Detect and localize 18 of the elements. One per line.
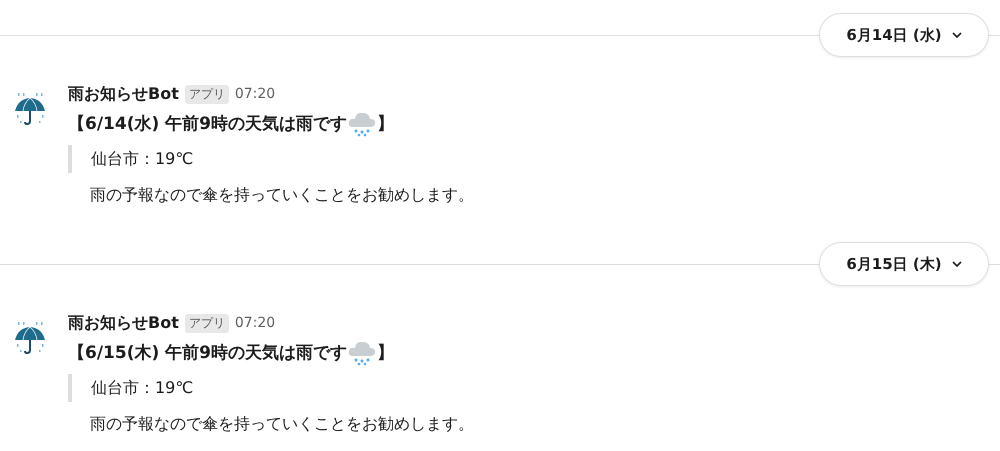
sender-name[interactable]: 雨お知らせBot [68,312,179,334]
title-bracket: 】 [376,112,394,134]
message-body: 雨の予報なので傘を持っていくことをお勧めします。 [90,184,474,206]
message-body: 雨の予報なので傘を持っていくことをお勧めします。 [90,413,474,435]
chevron-icon [952,261,962,267]
app-badge: アプリ [184,84,229,104]
date-pill[interactable]: 6月15日 (木) [819,242,989,286]
quote-text: 仙台市：19℃ [91,149,194,168]
date-pill[interactable]: 6月14日 (水) [819,13,989,57]
timestamp[interactable]: 07:20 [234,86,276,102]
title-bracket: 】 [376,342,394,364]
chevron-icon [952,32,962,38]
sender-name[interactable]: 雨お知らせBot [68,84,179,104]
message-title: 【6/15(木) 午前9時の天気は雨です [68,342,347,364]
timestamp[interactable]: 07:20 [234,315,276,331]
message-title: 【6/14(水) 午前9時の天気は雨です [68,112,347,134]
app-badge: アプリ [184,314,229,332]
quote-text: 仙台市：19℃ [91,378,194,397]
